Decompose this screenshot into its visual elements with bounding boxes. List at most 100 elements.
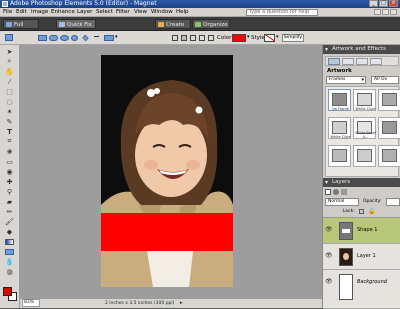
simplify-button[interactable]: Simplify [282,34,304,42]
close-button[interactable]: × [389,0,398,7]
artwork-filter-select[interactable]: All Ov [371,76,399,84]
frame-thumb-white-bevel[interactable]: White Bevel A... [353,117,376,139]
artwork-category-select[interactable]: Frames ▾ [326,76,366,84]
lasso-tool-icon[interactable]: ◌ [4,97,15,106]
shape-dropdown-icon[interactable]: ▾ [115,34,118,40]
shape-color-swatch[interactable] [232,34,246,42]
shape-selection-icon[interactable] [104,35,114,41]
menu-edit[interactable]: Edit [16,8,27,17]
selection-brush-tool-icon[interactable]: ✎ [4,117,15,126]
hand-tool-icon[interactable]: ✋ [4,67,15,76]
status-arrow-icon[interactable]: ▸ [180,299,183,308]
gradient-tool-icon[interactable] [4,237,15,246]
shape-area-add-icon[interactable] [181,35,187,41]
frame-thumb-label: White Clipe [355,107,376,111]
eraser-tool-icon[interactable]: ▰ [4,197,15,206]
shape-area-intersect-icon[interactable] [199,35,205,41]
menu-enhance[interactable]: Enhance [51,8,75,17]
create-button[interactable]: Create ▾ [155,19,191,38]
menu-window[interactable]: Window [151,8,173,17]
red-eye-tool-icon[interactable]: ◉ [4,167,15,176]
type-tool-icon[interactable]: T [4,127,15,136]
zoom-field[interactable]: 83% [22,299,40,307]
new-layer-icon[interactable] [325,189,331,195]
layer-row-shape[interactable]: 👁 Shape 1 [323,218,400,244]
frame-thumb-3[interactable] [378,89,400,111]
red-rectangle-shape[interactable] [101,213,233,251]
layers-toolbar [325,188,399,197]
line-tool-icon[interactable] [94,36,99,37]
style-dropdown-icon[interactable]: ▾ [276,34,279,40]
shape-ellipse-option[interactable] [60,35,69,41]
menu-help[interactable]: Help [176,8,189,17]
visibility-eye-icon[interactable]: 👁 [325,226,333,234]
maximize-button[interactable]: □ [379,0,388,7]
frame-thumb-white-clip[interactable]: White Clipe [353,89,376,111]
effects-tab-icon[interactable] [342,58,354,65]
menu-filter[interactable]: Filter [116,8,130,17]
color-dropdown-icon[interactable]: ▾ [247,34,250,40]
shape-area-new-icon[interactable] [172,35,178,41]
shape-rounded-rect-option[interactable] [49,35,58,41]
minimize-button[interactable]: _ [369,0,378,7]
shape-custom-option[interactable] [82,34,89,42]
marquee-tool-icon[interactable]: ⬚ [4,87,15,96]
visibility-eye-icon[interactable]: 👁 [325,278,333,286]
zoom-tool-icon[interactable]: ⌕ [4,57,15,66]
shape-rectangle-option[interactable] [38,35,47,41]
frame-thumb-white-clip-2[interactable]: White Clipe [328,117,351,139]
doc-restore-button[interactable] [382,9,389,15]
frame-thumb-9[interactable] [378,145,400,167]
paint-bucket-tool-icon[interactable]: ◆ [4,227,15,236]
menu-view[interactable]: View [134,8,147,17]
move-tool-icon[interactable]: ➤ [4,47,15,56]
lock-transparency-checkbox[interactable] [359,209,364,214]
frame-thumb-6[interactable] [378,117,400,139]
pencil-tool-icon[interactable]: ✏ [4,207,15,216]
sponge-tool-icon[interactable]: ◍ [4,267,15,276]
document-image[interactable] [101,55,233,287]
menu-select[interactable]: Select [96,8,113,17]
organize-button[interactable]: Organize [192,19,230,29]
adjustment-layer-icon[interactable] [333,189,339,195]
doc-close-button[interactable] [390,9,397,15]
healing-brush-tool-icon[interactable]: ✚ [4,177,15,186]
artwork-effects-panel-title[interactable]: Artwork and Effects [323,45,400,54]
shape-area-subtract-icon[interactable] [190,35,196,41]
frame-thumb-no-frame[interactable]: No Frame [328,89,351,111]
layer-row-background[interactable]: 👁 Background [323,270,400,309]
layer-row-layer1[interactable]: 👁 Layer 1 [323,244,400,270]
delete-layer-icon[interactable] [341,189,347,195]
lock-all-icon[interactable]: 🔒 [368,208,375,215]
brush-tool-icon[interactable]: 🖌 [4,217,15,226]
text-effects-tab-icon[interactable] [356,58,368,65]
style-picker[interactable] [264,34,275,42]
blend-mode-select[interactable]: Normal [325,198,359,206]
shape-polygon-option[interactable] [71,35,78,41]
rectangle-tool-icon[interactable] [5,34,13,41]
crop-tool-icon[interactable]: ⌗ [4,137,15,146]
doc-minimize-button[interactable] [374,9,381,15]
quick-fix-button[interactable]: Quick Fix [56,19,96,29]
eyedropper-tool-icon[interactable]: ⁄ [4,77,15,86]
menu-layer[interactable]: Layer [77,8,92,17]
frame-thumb-7[interactable] [328,145,351,167]
magic-wand-tool-icon[interactable]: ✶ [4,107,15,116]
favorites-tab-icon[interactable] [370,58,382,65]
straighten-tool-icon[interactable]: ▭ [4,157,15,166]
layers-panel-title[interactable]: Layers [323,178,400,187]
clone-stamp-tool-icon[interactable]: ⚲ [4,187,15,196]
shape-area-exclude-icon[interactable] [208,35,214,41]
blur-tool-icon[interactable]: 💧 [4,257,15,266]
menu-file[interactable]: File [3,8,12,17]
foreground-color-swatch[interactable] [3,287,12,296]
artwork-tab-icon[interactable] [328,58,340,65]
full-edit-button[interactable]: Full Edit [3,19,39,38]
cookie-cutter-tool-icon[interactable]: ❀ [4,147,15,156]
opacity-field[interactable] [386,198,400,206]
menu-image[interactable]: Image [31,8,48,17]
help-search-input[interactable]: Type a question for help [246,9,318,16]
frame-thumb-8[interactable] [353,145,376,167]
shape-tool-icon[interactable] [4,247,15,256]
visibility-eye-icon[interactable]: 👁 [325,252,333,260]
